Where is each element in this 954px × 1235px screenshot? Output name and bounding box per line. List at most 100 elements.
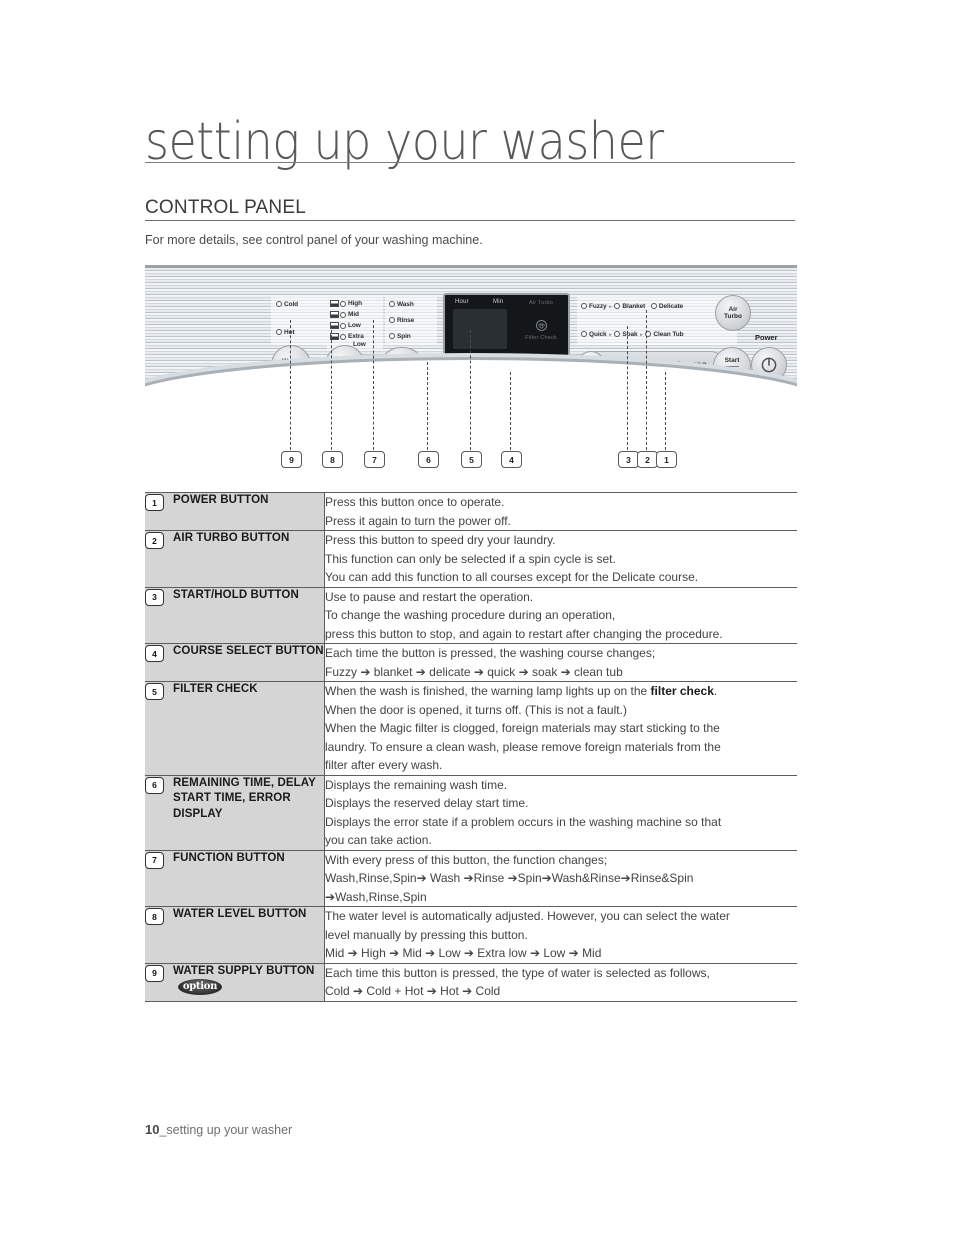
table-row: 5 FILTER CHECK When the wash is finished, … bbox=[145, 681, 798, 776]
manual-page: setting up your washer CONTROL PANEL For… bbox=[0, 0, 954, 1235]
panel-top-edge bbox=[145, 265, 797, 268]
row-title: START/HOLD BUTTON bbox=[173, 588, 299, 601]
row-description-cell: Each time this button is pressed, the ty… bbox=[325, 963, 798, 1001]
row-number-badge: 1 bbox=[145, 494, 164, 511]
row-number-badge: 2 bbox=[145, 532, 164, 549]
row-description-cell: With every press of this button, the fun… bbox=[325, 850, 798, 907]
led-icon bbox=[389, 301, 395, 308]
row-label-cell: 3 START/HOLD BUTTON bbox=[145, 587, 325, 644]
leader-line-9 bbox=[290, 320, 291, 450]
row-number-badge: 6 bbox=[145, 776, 164, 794]
indicator-extra-low: Extra bbox=[330, 333, 364, 340]
table-row: 6 REMAINING TIME, DELAY START TIME, ERROR… bbox=[145, 775, 797, 850]
table-row: 3 START/HOLD BUTTON Use to pause and resta… bbox=[145, 587, 797, 644]
indicator-quick: Quick ▸ Soak ▸ Clean Tub bbox=[581, 331, 684, 338]
row-label-cell: 9 WATER SUPPLY BUTTONoption bbox=[145, 963, 325, 1001]
power-label: Power bbox=[755, 333, 778, 342]
description-line: Press it again to turn the power off. bbox=[325, 513, 511, 528]
filter-check-icon bbox=[536, 320, 547, 331]
air-turbo-button-label-1: Air bbox=[728, 305, 738, 313]
row-description-cell: Press this button once to operate. Press … bbox=[325, 493, 798, 531]
row-description-cell: Displays the remaining wash time. Display… bbox=[325, 775, 798, 850]
air-turbo-button-label-2: Turbo bbox=[724, 313, 742, 320]
description-line: With every press of this button, the fun… bbox=[325, 852, 608, 867]
led-icon bbox=[276, 301, 282, 308]
callout-6: 6 bbox=[418, 451, 439, 468]
row-label-cell: 2 AIR TURBO BUTTON bbox=[145, 530, 325, 587]
arrow-icon: ▸ bbox=[609, 304, 612, 310]
start-hold-button-label-1: Start bbox=[724, 357, 740, 367]
description-line: filter after every wash. bbox=[325, 758, 443, 772]
row-description-cell: When the wash is finished, the warning l… bbox=[325, 682, 798, 776]
description-line: laundry. To ensure a clean wash, please … bbox=[325, 739, 721, 754]
callout-2: 2 bbox=[637, 451, 658, 468]
led-icon bbox=[581, 303, 587, 310]
description-line: Press this button to speed dry your laun… bbox=[325, 533, 556, 547]
row-title: FUNCTION BUTTON bbox=[173, 851, 285, 864]
description-line: you can take action. bbox=[325, 833, 432, 847]
row-number-badge: 3 bbox=[145, 588, 164, 606]
leader-line-5 bbox=[470, 330, 471, 450]
leader-line-1 bbox=[665, 372, 666, 450]
table-row: 8 WATER LEVEL BUTTON The water level is au… bbox=[145, 906, 798, 964]
row-label-cell: 7 FUNCTION BUTTON bbox=[145, 850, 325, 907]
row-label-cell: 8 WATER LEVEL BUTTON bbox=[145, 906, 325, 963]
indicator-hot: Hot bbox=[276, 329, 295, 336]
led-icon bbox=[614, 303, 621, 310]
row-title: COURSE SELECT BUTTON bbox=[173, 645, 324, 657]
air-turbo-button[interactable]: Air Turbo bbox=[715, 295, 751, 331]
indicator-low: Low bbox=[330, 322, 361, 329]
row-number-badge: 7 bbox=[145, 851, 164, 869]
indicator-wash: Wash bbox=[389, 301, 414, 308]
section-divider bbox=[145, 220, 795, 221]
lcd-min-label: Min bbox=[493, 299, 504, 305]
leader-line-7 bbox=[373, 320, 374, 450]
description-line: When the door is opened, it turns off. (… bbox=[325, 702, 627, 717]
table-row: 2 AIR TURBO BUTTON Press this button to sp… bbox=[145, 530, 797, 587]
leader-line-6 bbox=[427, 362, 428, 450]
table-row: 7 FUNCTION BUTTON With every press of this… bbox=[145, 850, 797, 907]
row-title: WATER SUPPLY BUTTONoption bbox=[173, 964, 324, 996]
callout-9: 9 bbox=[281, 451, 302, 468]
description-line: The water level is automatically adjuste… bbox=[325, 909, 730, 923]
description-line: Each time the button is pressed, the was… bbox=[325, 646, 656, 660]
description-line: Mid ➔ High ➔ Mid ➔ Low ➔ Extra low ➔ Low… bbox=[325, 946, 602, 960]
callout-8: 8 bbox=[322, 451, 343, 468]
led-icon bbox=[581, 331, 587, 338]
leader-line-2 bbox=[646, 310, 647, 450]
row-title: FILTER CHECK bbox=[173, 683, 258, 695]
led-icon bbox=[340, 311, 346, 318]
description-line: Displays the remaining wash time. bbox=[325, 777, 508, 792]
leader-line-8 bbox=[331, 330, 332, 450]
description-line: Cold ➔ Cold + Hot ➔ Hot ➔ Cold bbox=[325, 984, 501, 998]
row-number-badge: 4 bbox=[145, 645, 164, 662]
row-title: REMAINING TIME, DELAY START TIME, ERROR … bbox=[173, 776, 316, 820]
callout-4: 4 bbox=[501, 451, 522, 468]
callout-5: 5 bbox=[461, 451, 482, 468]
row-title: AIR TURBO BUTTON bbox=[173, 532, 290, 544]
control-panel-illustration: Cold Hot High Mid Low Extra Low Wash Rin… bbox=[145, 265, 797, 390]
arrow-icon: ▸ bbox=[609, 332, 612, 338]
table-body: 1 POWER BUTTON Press this button once to o… bbox=[145, 492, 798, 1001]
description-line: ➔Wash,Rinse,Spin bbox=[325, 889, 427, 904]
row-description-cell: The water level is automatically adjuste… bbox=[325, 907, 798, 964]
row-label-cell: 1 POWER BUTTON bbox=[145, 492, 325, 531]
description-line: Each time this button is pressed, the ty… bbox=[325, 965, 710, 980]
table-row: 9 WATER SUPPLY BUTTONoption Each time this… bbox=[145, 963, 797, 1001]
lcd-hour-label: Hour bbox=[455, 299, 469, 305]
row-title: POWER BUTTON bbox=[173, 494, 269, 506]
power-icon bbox=[761, 357, 777, 373]
led-icon bbox=[614, 331, 621, 338]
description-line: You can add this function to all courses… bbox=[325, 570, 699, 584]
section-heading: CONTROL PANEL bbox=[145, 197, 306, 218]
led-icon bbox=[340, 333, 346, 340]
led-icon bbox=[389, 317, 395, 324]
lcd-air-turbo-label: Air Turbo bbox=[528, 300, 554, 306]
description-line: Use to pause and restart the operation. bbox=[325, 589, 534, 604]
row-number-badge: 5 bbox=[145, 683, 164, 700]
page-footer: 10_setting up your washer bbox=[145, 1122, 292, 1137]
description-line: Wash,Rinse,Spin➔ Wash ➔Rinse ➔Spin➔Wash&… bbox=[325, 871, 694, 885]
indicator-mid: Mid bbox=[330, 311, 359, 318]
description-line: Displays the reserved delay start time. bbox=[325, 796, 529, 810]
level-bar-icon bbox=[330, 322, 339, 329]
